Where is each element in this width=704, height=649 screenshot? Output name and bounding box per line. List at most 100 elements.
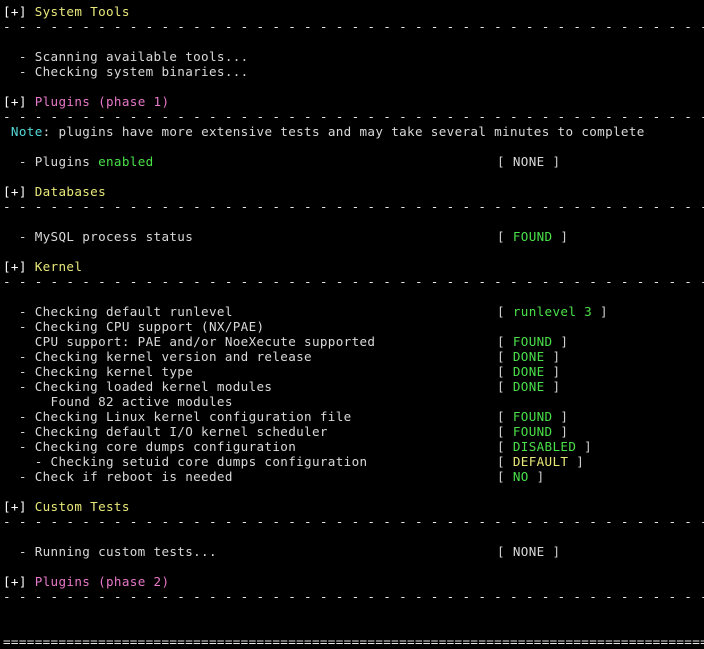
footer-rule: ========================================…: [3, 634, 704, 649]
section-title: System Tools: [34, 4, 130, 19]
status-value: DONE: [512, 364, 545, 379]
section-marker-icon: [+]: [3, 94, 35, 109]
entry-label: - MySQL process status: [3, 229, 194, 244]
entry-label: - Checking kernel version and release: [3, 349, 312, 364]
status-bracket-open: [: [497, 379, 513, 394]
entry-line: - Checking CPU support (NX/PAE): [3, 319, 704, 334]
status-value: DISABLED: [512, 439, 577, 454]
note-prefix: Note: [3, 124, 43, 139]
entry-label: - Check if reboot is needed: [3, 469, 233, 484]
section-separator: - - - - - - - - - - - - - - - - - - - - …: [3, 199, 704, 214]
entry-label: CPU support: PAE and/or NoeXecute suppor…: [3, 334, 376, 349]
status-bracket-open: [: [497, 154, 513, 169]
section-header-plugins-phase-1: [+] Plugins (phase 1): [3, 94, 704, 109]
entry-line: - Checking system binaries...: [3, 64, 704, 79]
entry-line: CPU support: PAE and/or NoeXecute suppor…: [3, 334, 704, 349]
status-bracket-close: ]: [552, 229, 569, 244]
status-bracket-open: [: [497, 304, 513, 319]
status-bracket-open: [: [497, 349, 513, 364]
status-badge: [ FOUND ]: [497, 424, 568, 439]
status-badge: [ FOUND ]: [497, 409, 568, 424]
entry-label: - Checking system binaries...: [3, 64, 249, 79]
status-value: runlevel 3: [512, 304, 593, 319]
separator-rule: - - - - - - - - - - - - - - - - - - - - …: [3, 589, 704, 604]
status-bracket-close: ]: [552, 424, 569, 439]
status-bracket-open: [: [497, 439, 513, 454]
entry-line: - Checking kernel version and release [ D…: [3, 349, 704, 364]
status-bracket-open: [: [497, 469, 513, 484]
note-line: Note: plugins have more extensive tests …: [3, 124, 704, 139]
separator-rule: - - - - - - - - - - - - - - - - - - - - …: [3, 109, 704, 124]
status-bracket-close: ]: [552, 334, 569, 349]
section-marker-icon: [+]: [3, 259, 35, 274]
status-bracket-open: [: [497, 544, 513, 559]
status-bracket-close: ]: [592, 304, 608, 319]
status-bracket-close: ]: [544, 544, 561, 559]
status-value: NO: [512, 469, 529, 484]
entry-label: - Plugins: [3, 154, 99, 169]
status-badge: [ FOUND ]: [497, 229, 568, 244]
entry-line: Found 82 active modules: [3, 394, 704, 409]
status-bracket-close: ]: [576, 439, 593, 454]
separator-rule: - - - - - - - - - - - - - - - - - - - - …: [3, 274, 704, 289]
entry-line: - Scanning available tools...: [3, 49, 704, 64]
status-value: NONE: [512, 544, 545, 559]
entry-label: Found 82 active modules: [3, 394, 233, 409]
section-header-kernel: [+] Kernel: [3, 259, 704, 274]
section-separator: - - - - - - - - - - - - - - - - - - - - …: [3, 109, 704, 124]
status-badge: [ runlevel 3 ]: [497, 304, 608, 319]
entry-line: - Checking setuid core dumps configurati…: [3, 454, 704, 469]
entry-label: - Scanning available tools...: [3, 49, 249, 64]
section-marker-icon: [+]: [3, 499, 35, 514]
status-value: FOUND: [512, 229, 553, 244]
status-bracket-open: [: [497, 229, 513, 244]
entry-label: - Checking loaded kernel modules: [3, 379, 273, 394]
entry-label: - Checking setuid core dumps configurati…: [3, 454, 368, 469]
status-value: FOUND: [512, 424, 553, 439]
status-bracket-open: [: [497, 334, 513, 349]
status-bracket-close: ]: [568, 454, 585, 469]
separator-rule: - - - - - - - - - - - - - - - - - - - - …: [3, 199, 704, 214]
status-badge: [ DEFAULT ]: [497, 454, 584, 469]
section-separator: - - - - - - - - - - - - - - - - - - - - …: [3, 19, 704, 34]
entry-line: - Running custom tests... [ NONE ]: [3, 544, 704, 559]
entry-label: - Checking default runlevel: [3, 304, 233, 319]
entry-label-accent: enabled: [98, 154, 154, 169]
status-badge: [ DONE ]: [497, 349, 560, 364]
entry-line: - Plugins enabled [ NONE ]: [3, 154, 704, 169]
status-bracket-open: [: [497, 454, 513, 469]
status-value: FOUND: [512, 334, 553, 349]
separator-rule: - - - - - - - - - - - - - - - - - - - - …: [3, 19, 704, 34]
section-header-custom-tests: [+] Custom Tests: [3, 499, 704, 514]
entry-label: - Checking core dumps configuration: [3, 439, 297, 454]
entry-line: - MySQL process status [ FOUND ]: [3, 229, 704, 244]
entry-line: - Checking default I/O kernel scheduler […: [3, 424, 704, 439]
separator-rule: - - - - - - - - - - - - - - - - - - - - …: [3, 514, 704, 529]
entry-label: - Checking CPU support (NX/PAE): [3, 319, 265, 334]
status-bracket-close: ]: [528, 469, 545, 484]
status-badge: [ NONE ]: [497, 154, 560, 169]
status-badge: [ DONE ]: [497, 379, 560, 394]
status-bracket-close: ]: [544, 349, 561, 364]
section-title: Plugins (phase 1): [34, 94, 170, 109]
status-bracket-close: ]: [544, 364, 561, 379]
section-title: Plugins (phase 2): [34, 574, 170, 589]
status-bracket-close: ]: [552, 409, 569, 424]
status-value: DEFAULT: [512, 454, 569, 469]
section-marker-icon: [+]: [3, 4, 35, 19]
note-text: : plugins have more extensive tests and …: [42, 124, 645, 139]
entry-line: - Check if reboot is needed [ NO ]: [3, 469, 704, 484]
section-header-system-tools: [+] System Tools: [3, 4, 704, 19]
terminal-output: [+] System Tools - - - - - - - - - - - - …: [0, 0, 704, 649]
status-bracket-open: [: [497, 409, 513, 424]
